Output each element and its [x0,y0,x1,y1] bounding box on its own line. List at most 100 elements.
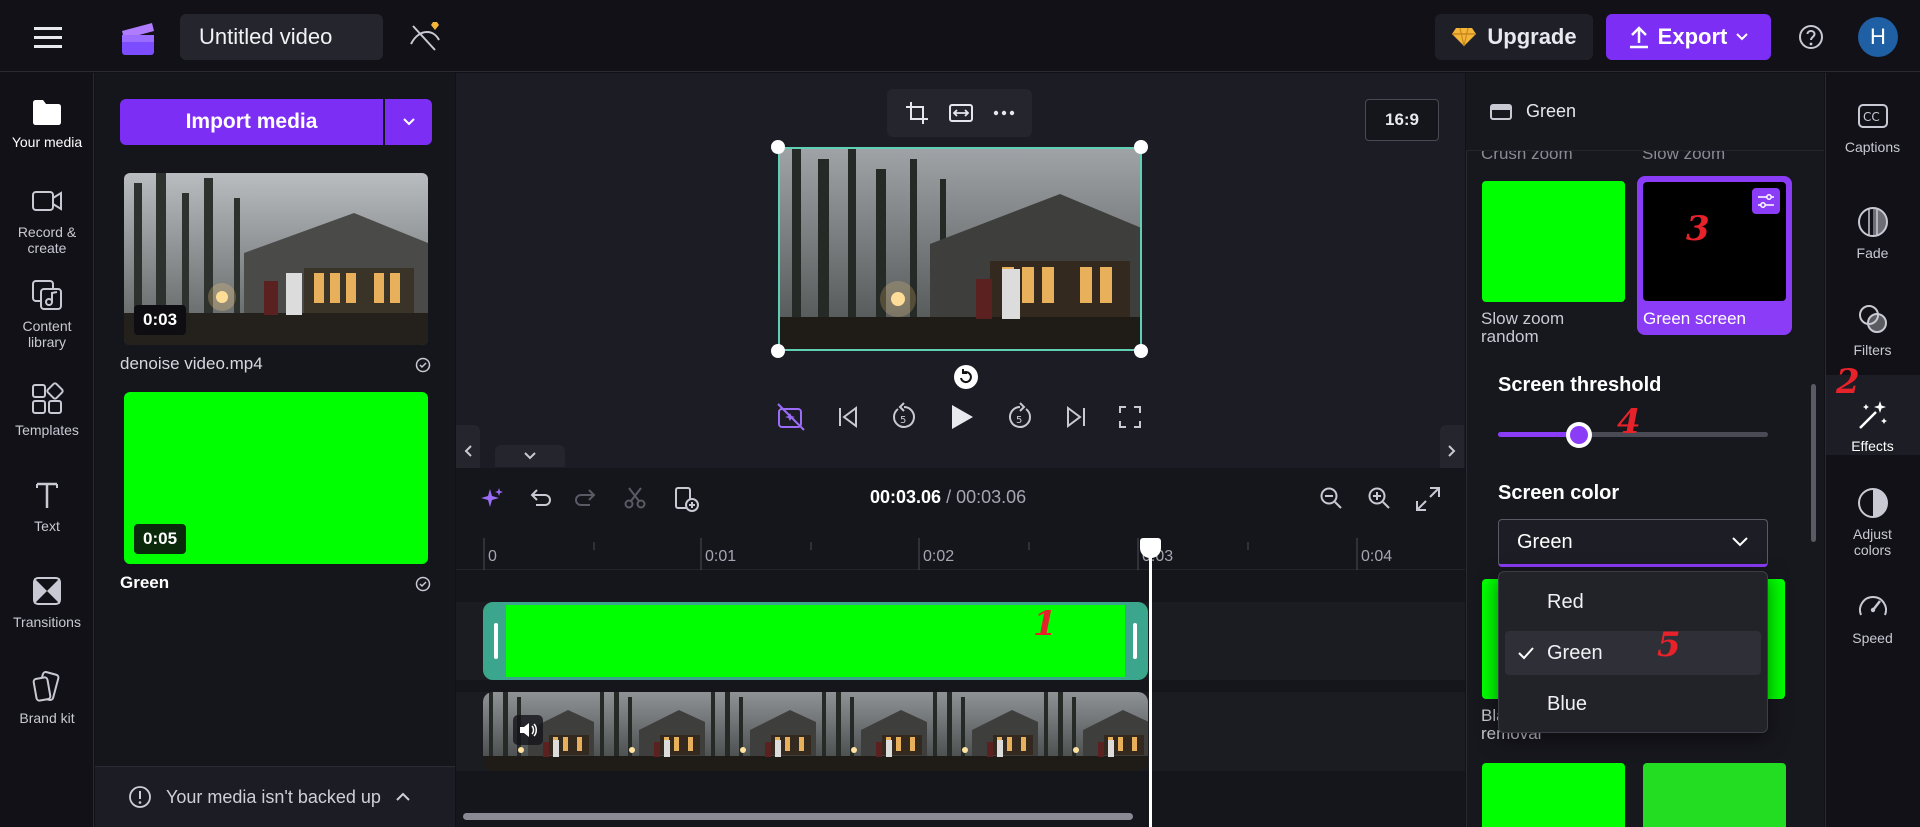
speed-icon [1856,590,1890,624]
upgrade-button[interactable]: Upgrade [1435,14,1593,60]
import-options-button[interactable] [385,99,432,145]
more-options-icon[interactable] [993,110,1015,116]
timeline-ruler[interactable]: 0 0:01 0:02 0:03 0:04 [456,530,1465,570]
filters-icon [1856,302,1890,336]
effect-tile-slow-zoom-random[interactable] [1482,181,1625,302]
fade-icon [1856,205,1890,239]
rail-item-effects[interactable]: Effects [1825,398,1920,454]
chevron-up-icon [395,791,411,803]
forward-5-icon[interactable]: 5 [1005,402,1035,432]
premium-unavailable-icon[interactable] [407,20,443,52]
play-icon[interactable] [949,403,975,431]
text-icon [30,478,64,512]
effect-tile[interactable] [1643,763,1786,827]
media-name-denoise-video: denoise video.mp4 [120,354,263,373]
video-filmstrip [483,692,1148,771]
fit-timeline-icon[interactable] [1415,486,1441,512]
total-time: 00:03.06 [956,487,1027,507]
rail-item-captions[interactable]: CC Captions [1825,99,1920,155]
resize-handle-bottom-left[interactable] [771,344,785,358]
skip-to-start-icon[interactable] [836,405,860,429]
media-thumbnail-green[interactable]: 0:05 [124,392,428,564]
rail-item-speed[interactable]: Speed [1825,590,1920,646]
screen-threshold-slider-thumb[interactable] [1566,422,1592,448]
annotation-4: 4 [1617,402,1641,442]
nav-item-content-library[interactable]: Content library [0,278,94,350]
rewind-5-icon[interactable]: 5 [889,402,919,432]
resize-handle-top-left[interactable] [771,140,785,154]
annotation-1: 1 [1033,604,1057,644]
rotate-handle-icon[interactable] [953,364,979,390]
rail-item-fade[interactable]: Fade [1825,205,1920,261]
effect-tile[interactable] [1482,763,1625,827]
crop-icon[interactable] [905,101,929,125]
fullscreen-icon[interactable] [1118,405,1142,429]
add-to-timeline-icon[interactable] [673,486,699,512]
clip-trim-handle-left[interactable] [486,605,506,677]
skip-to-end-icon[interactable] [1064,405,1088,429]
properties-scrollbar[interactable] [1811,384,1816,542]
content-library-icon [30,278,64,312]
clip-trim-handle-right[interactable] [1125,605,1145,677]
folder-icon [30,94,64,128]
nav-item-your-media[interactable]: Your media [0,94,94,150]
video-preview[interactable] [778,147,1142,351]
rail-item-adjust-colors[interactable]: Adjust colors [1825,486,1920,558]
option-blue[interactable]: Blue [1505,682,1761,726]
fit-icon[interactable] [948,102,974,124]
tick-label: 0:02 [923,548,955,565]
playhead[interactable] [1149,538,1152,827]
chevron-down-icon [1735,32,1749,42]
auto-compose-off-icon[interactable] [776,402,806,432]
resize-handle-top-right[interactable] [1134,140,1148,154]
nav-item-transitions[interactable]: Transitions [0,574,94,630]
option-red[interactable]: Red [1505,580,1761,624]
backup-status-bar[interactable]: Your media isn't backed up [95,766,455,827]
playback-controls: 5 5 [776,400,1142,434]
user-avatar[interactable]: H [1858,17,1898,57]
split-scissors-icon[interactable] [623,486,647,510]
hamburger-menu-icon[interactable] [34,26,62,48]
nav-item-text[interactable]: Text [0,478,94,534]
preview-toolbar [887,89,1032,137]
magic-sparkle-icon[interactable] [480,486,504,510]
zoom-out-icon[interactable] [1319,486,1343,510]
project-title-input[interactable]: Untitled video [180,14,383,60]
clipchamp-logo-icon [118,19,158,57]
chevron-left-icon [463,444,473,458]
chevron-right-icon [1447,444,1457,458]
collapse-timeline-button[interactable] [495,445,565,467]
timeline-horizontal-scrollbar[interactable] [463,813,1133,820]
redo-icon[interactable] [575,486,599,510]
transitions-icon [30,574,64,608]
zoom-in-icon[interactable] [1367,486,1391,510]
playhead-handle[interactable] [1140,538,1161,558]
duration-badge: 0:05 [134,524,187,554]
nav-item-record-create[interactable]: Record & create [0,184,94,256]
nav-item-brand-kit[interactable]: Brand kit [0,670,94,726]
help-icon[interactable] [1798,24,1824,50]
export-button[interactable]: Export [1606,14,1771,60]
upload-icon [1628,25,1650,49]
video-clip[interactable] [483,692,1148,771]
rail-item-filters[interactable]: Filters [1825,302,1920,358]
screen-color-options-menu: Red Green Blue [1498,571,1768,733]
templates-icon [30,382,64,416]
resize-handle-bottom-right[interactable] [1134,344,1148,358]
effect-tile-green-screen[interactable]: Green screen [1637,176,1792,335]
diamond-icon [1451,26,1477,48]
effect-settings-icon[interactable] [1752,188,1780,214]
aspect-ratio-button[interactable]: 16:9 [1365,99,1439,141]
undo-icon[interactable] [527,486,551,510]
volume-icon[interactable] [513,715,543,745]
export-label: Export [1657,24,1728,49]
option-green[interactable]: Green [1505,631,1761,675]
media-thumbnail-denoise-video[interactable]: 0:03 [124,173,428,345]
properties-header: Green [1466,73,1824,151]
captions-icon: CC [1856,99,1890,133]
import-media-button[interactable]: Import media [120,99,383,145]
screen-color-dropdown[interactable]: Green [1498,519,1768,567]
checkmark-circle-icon [415,357,431,373]
nav-item-templates[interactable]: Templates [0,382,94,438]
checkmark-circle-icon [415,576,431,592]
